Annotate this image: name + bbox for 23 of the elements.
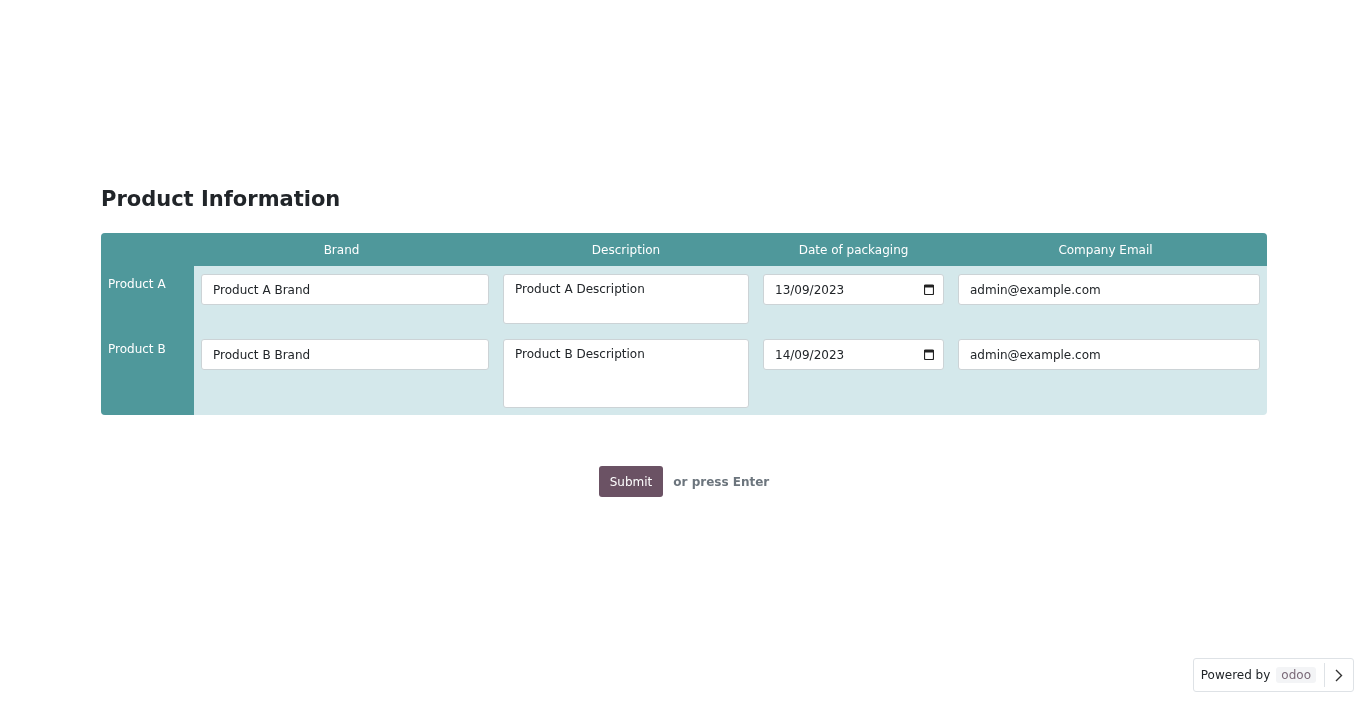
brand-field[interactable]: Product A Brand xyxy=(201,274,489,305)
powered-by-text: Powered by xyxy=(1200,668,1271,682)
column-header: Brand xyxy=(322,242,361,257)
chevron-right-icon[interactable] xyxy=(1335,668,1343,682)
description-field[interactable]: Product B Description xyxy=(503,339,749,408)
submit-button[interactable]: Submit xyxy=(598,466,664,497)
email-field[interactable]: admin@example.com xyxy=(958,339,1260,370)
description-field[interactable]: Product A Description xyxy=(503,274,749,324)
powered-by-badge[interactable]: Powered by odoo xyxy=(1192,658,1354,692)
calendar-icon[interactable] xyxy=(924,349,934,360)
brand-field[interactable]: Product B Brand xyxy=(201,339,489,370)
column-header: Description xyxy=(590,242,662,257)
column-header: Date of packaging xyxy=(797,242,910,257)
enter-hint: or press Enter xyxy=(673,474,770,489)
column-header: Company Email xyxy=(1057,242,1154,257)
date-field[interactable]: 13/09/2023 xyxy=(763,274,944,305)
form-title: Product Information xyxy=(101,187,342,211)
brand-logo: odoo xyxy=(1276,667,1316,683)
date-field[interactable]: 14/09/2023 xyxy=(763,339,944,370)
row-label: Product B xyxy=(108,342,166,356)
email-field[interactable]: admin@example.com xyxy=(958,274,1260,305)
calendar-icon[interactable] xyxy=(924,284,934,295)
row-label: Product A xyxy=(108,277,166,291)
